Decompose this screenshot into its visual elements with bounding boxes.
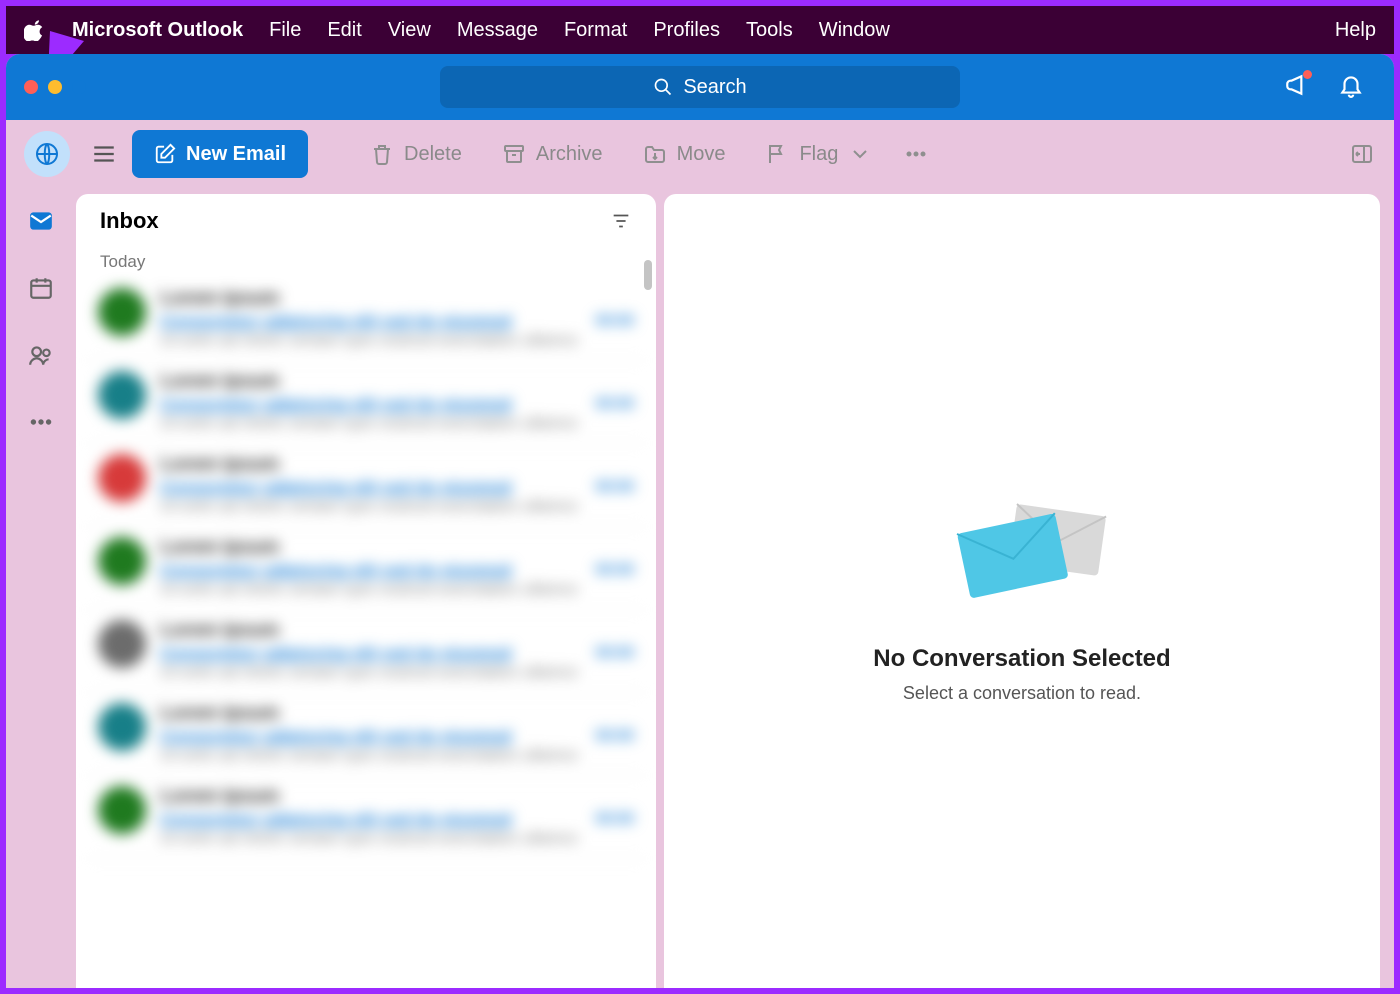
flag-button[interactable]: Flag bbox=[749, 142, 888, 166]
collapse-reading-pane-button[interactable] bbox=[1350, 142, 1374, 166]
left-sidebar bbox=[6, 188, 76, 988]
scrollbar-thumb[interactable] bbox=[644, 260, 652, 290]
search-input[interactable]: Search bbox=[440, 66, 960, 108]
email-row[interactable]: Lorem Ipsum Consectetur adipiscing elit … bbox=[88, 610, 644, 693]
email-row[interactable]: Lorem Ipsum Consectetur adipiscing elit … bbox=[88, 444, 644, 527]
sidebar-more[interactable] bbox=[28, 409, 54, 440]
maximize-window-button[interactable] bbox=[72, 80, 86, 94]
more-actions-button[interactable] bbox=[896, 142, 936, 166]
message-list-pane: Inbox Today Lorem Ipsum Consectetur adip… bbox=[76, 194, 656, 988]
empty-state-illustration bbox=[922, 479, 1122, 619]
archive-label: Archive bbox=[536, 143, 603, 166]
announcements-button[interactable] bbox=[1284, 72, 1310, 103]
search-icon bbox=[653, 77, 673, 97]
menu-format[interactable]: Format bbox=[564, 19, 627, 42]
mail-icon bbox=[28, 208, 54, 234]
web-view-button[interactable] bbox=[24, 131, 70, 177]
window-traffic-lights[interactable] bbox=[24, 80, 86, 94]
sidebar-people[interactable] bbox=[28, 342, 54, 373]
notification-dot-icon bbox=[1303, 70, 1312, 79]
trash-icon bbox=[370, 142, 394, 166]
email-list-blurred: Lorem Ipsum Consectetur adipiscing elit … bbox=[76, 278, 656, 859]
toolbar: New Email Delete Archive Move Flag bbox=[6, 120, 1394, 188]
flag-icon bbox=[765, 142, 789, 166]
panel-collapse-icon bbox=[1350, 142, 1374, 166]
email-row[interactable]: Lorem Ipsum Consectetur adipiscing elit … bbox=[88, 776, 644, 859]
menu-view[interactable]: View bbox=[388, 19, 431, 42]
minimize-window-button[interactable] bbox=[48, 80, 62, 94]
folder-move-icon bbox=[643, 142, 667, 166]
new-email-button[interactable]: New Email bbox=[132, 130, 308, 178]
menu-profiles[interactable]: Profiles bbox=[653, 19, 720, 42]
close-window-button[interactable] bbox=[24, 80, 38, 94]
globe-icon bbox=[35, 142, 59, 166]
people-icon bbox=[28, 342, 54, 368]
calendar-icon bbox=[28, 275, 54, 301]
flag-label: Flag bbox=[799, 143, 838, 166]
menu-file[interactable]: File bbox=[269, 19, 301, 42]
move-button[interactable]: Move bbox=[627, 142, 742, 166]
folder-title: Inbox bbox=[100, 208, 159, 234]
filter-icon[interactable] bbox=[610, 210, 632, 232]
delete-label: Delete bbox=[404, 143, 462, 166]
sidebar-mail[interactable] bbox=[28, 208, 54, 239]
chevron-down-icon bbox=[848, 142, 872, 166]
more-icon bbox=[28, 409, 54, 435]
email-row[interactable]: Lorem Ipsum Consectetur adipiscing elit … bbox=[88, 693, 644, 776]
outlook-window: Search New Email Delete bbox=[6, 54, 1394, 988]
toggle-nav-button[interactable] bbox=[84, 134, 124, 174]
empty-state-title: No Conversation Selected bbox=[873, 645, 1170, 673]
more-icon bbox=[904, 142, 928, 166]
email-row[interactable]: Lorem Ipsum Consectetur adipiscing elit … bbox=[88, 278, 644, 361]
reading-pane: No Conversation Selected Select a conver… bbox=[664, 194, 1380, 988]
email-row[interactable]: Lorem Ipsum Consectetur adipiscing elit … bbox=[88, 361, 644, 444]
menu-window[interactable]: Window bbox=[819, 19, 890, 42]
menu-message[interactable]: Message bbox=[457, 19, 538, 42]
window-titlebar: Search bbox=[6, 54, 1394, 120]
menu-edit[interactable]: Edit bbox=[327, 19, 361, 42]
delete-button[interactable]: Delete bbox=[354, 142, 478, 166]
mac-menu-bar: Microsoft Outlook File Edit View Message… bbox=[6, 6, 1394, 54]
menu-help[interactable]: Help bbox=[1335, 19, 1376, 42]
section-today: Today bbox=[76, 240, 656, 278]
apple-menu-icon[interactable] bbox=[24, 19, 46, 41]
menu-tools[interactable]: Tools bbox=[746, 19, 793, 42]
notifications-button[interactable] bbox=[1338, 72, 1364, 103]
archive-button[interactable]: Archive bbox=[486, 142, 619, 166]
compose-icon bbox=[154, 143, 176, 165]
sidebar-calendar[interactable] bbox=[28, 275, 54, 306]
bell-icon bbox=[1338, 72, 1364, 98]
move-label: Move bbox=[677, 143, 726, 166]
app-name[interactable]: Microsoft Outlook bbox=[72, 19, 243, 42]
search-placeholder: Search bbox=[683, 76, 746, 99]
email-row[interactable]: Lorem Ipsum Consectetur adipiscing elit … bbox=[88, 527, 644, 610]
archive-icon bbox=[502, 142, 526, 166]
empty-state-subtitle: Select a conversation to read. bbox=[903, 683, 1141, 704]
hamburger-icon bbox=[91, 141, 117, 167]
new-email-label: New Email bbox=[186, 143, 286, 166]
